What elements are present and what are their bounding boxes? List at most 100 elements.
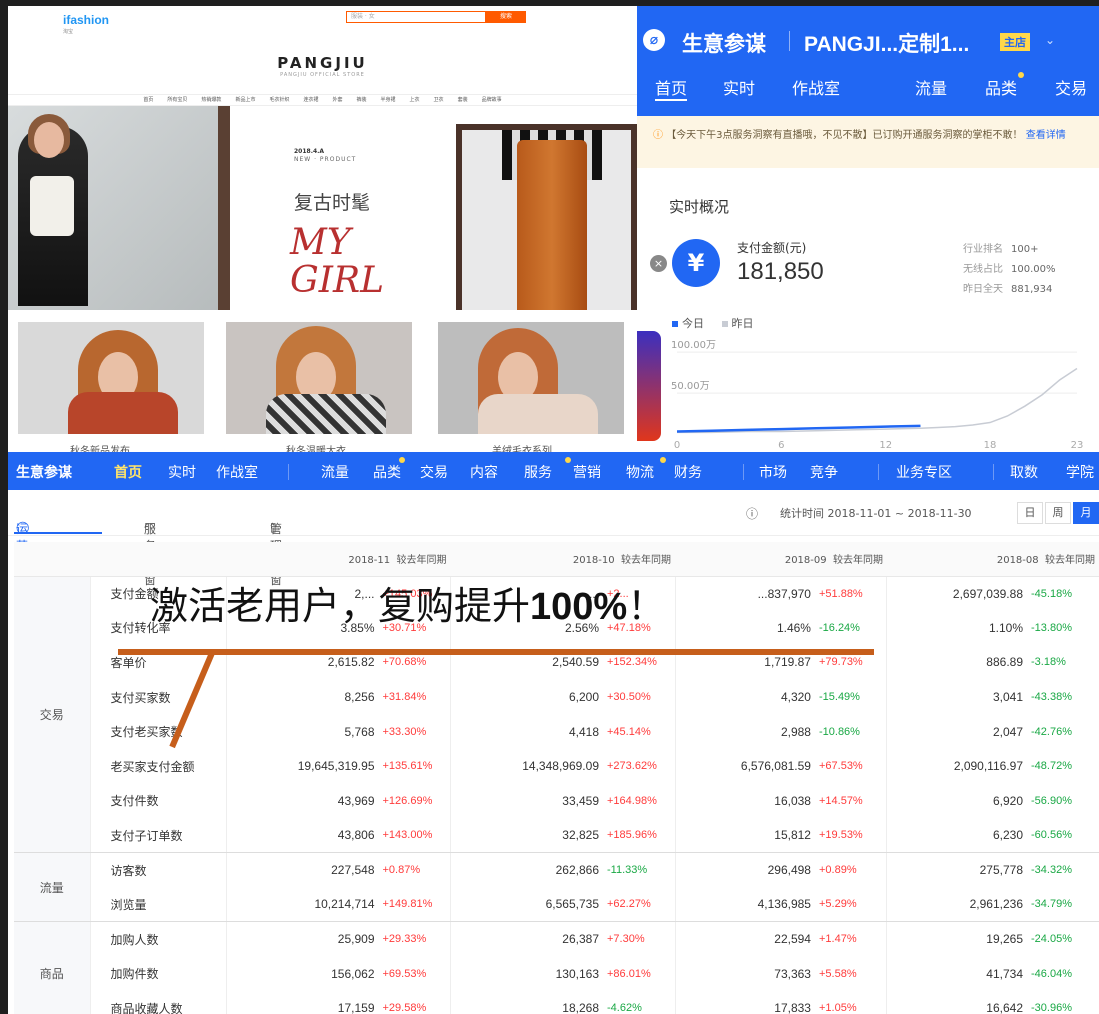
nav-service[interactable]: 服务 [524, 462, 552, 482]
x-tick-label: 23 [1071, 440, 1084, 451]
banner-photo-orange-pants[interactable] [456, 124, 637, 310]
nav-market[interactable]: 市场 [759, 462, 787, 482]
tab-home[interactable]: 首页 [655, 75, 688, 101]
tab-realtime[interactable]: 实时 [723, 75, 755, 99]
yoy-change: +30.50% [603, 679, 676, 715]
metric-value: 1.10% [988, 620, 1023, 635]
notice-link[interactable]: 查看详情 [1026, 130, 1066, 141]
new-dot-icon [565, 457, 571, 463]
nav-traffic[interactable]: 流量 [321, 462, 349, 482]
store-search-input[interactable]: 服装 · 女 [346, 11, 486, 23]
nav-fetch[interactable]: 取数 [1010, 462, 1038, 482]
yoy-change: +19.53% [814, 818, 888, 854]
category-cell: 商品 [14, 921, 91, 1014]
mobile-tabs: 首页 实时 作战室 流量 品类 交易 [637, 72, 1099, 116]
notice-text: 【今天下午3点服务洞察有直播哦，不见不散】已订购开通服务洞察的掌柜不敢！ [666, 130, 1023, 141]
store-nav-item[interactable]: 连衣裙 [303, 95, 318, 105]
store-nav-item[interactable]: 裤装 [357, 95, 367, 105]
store-nav-item[interactable]: 新品上市 [235, 95, 255, 105]
yoy-change: +14.57% [814, 783, 888, 819]
yoy-change: -13.80% [1031, 621, 1072, 634]
nav-realtime[interactable]: 实时 [168, 462, 196, 482]
yoy-change: +45.14% [603, 714, 676, 749]
metric-value: 2,090,116.97 [953, 759, 1023, 774]
nav-war-room[interactable]: 作战室 [216, 462, 258, 482]
store-nav-item[interactable]: 上衣 [410, 95, 420, 105]
x-tick-label: 0 [674, 440, 680, 451]
banner-new-product: NEW · PRODUCT [294, 156, 357, 163]
series-yesterday-line [677, 367, 1078, 434]
nav-logistics[interactable]: 物流 [626, 462, 654, 482]
nav-content[interactable]: 内容 [470, 462, 498, 482]
yoy-change: -60.56% [1027, 818, 1099, 854]
yoy-change: -46.04% [1031, 967, 1072, 980]
period-day[interactable]: 日 [1017, 502, 1043, 524]
metric-value: 2,961,236 [886, 887, 1027, 923]
nav-brand[interactable]: 生意参谋 [16, 462, 72, 482]
product-caption-1[interactable]: 秋冬新品发布 [70, 442, 130, 452]
nav-marketing[interactable]: 营销 [573, 462, 601, 482]
x-tick-label: 6 [778, 440, 784, 451]
store-nav-item[interactable]: 品牌故事 [482, 95, 502, 105]
store-nav-item[interactable]: 半身裙 [381, 95, 396, 105]
store-nav-item[interactable]: 所有宝贝 [167, 95, 187, 105]
chart-legend: 今日 昨日 [672, 315, 754, 331]
nav-business[interactable]: 业务专区 [896, 462, 952, 482]
banner-text-panel[interactable]: 2018.4.A NEW · PRODUCT 复古时髦 MY GIRL [230, 106, 456, 310]
metric-value: 156,062 [331, 966, 375, 981]
yoy-change: +0.89% [814, 852, 888, 888]
tab-trade[interactable]: 交易 [1055, 75, 1087, 99]
metric-value: 17,833 [675, 991, 815, 1014]
yoy-change: +67.53% [814, 748, 888, 784]
close-icon[interactable]: × [650, 255, 667, 272]
table-row: 浏览量 10,214,714 +149.81% 6,565,735 +62.27% 4,1… [14, 887, 1099, 923]
product-thumb-3[interactable] [438, 322, 624, 434]
store-search-button[interactable]: 搜索 [486, 11, 526, 23]
pay-amount-label: 支付金额(元) [737, 241, 807, 255]
store-nav-item[interactable]: 热销爆款 [201, 95, 221, 105]
yoy-change: -24.05% [1031, 933, 1072, 946]
store-nav-item[interactable]: 毛衣针织 [269, 95, 289, 105]
store-nav-item[interactable]: 卫衣 [434, 95, 444, 105]
yoy-change: -43.38% [1031, 691, 1072, 704]
nav-finance[interactable]: 财务 [674, 462, 702, 482]
product-caption-2[interactable]: 秋冬温暖大衣 [286, 442, 346, 452]
shop-name[interactable]: PANGJI...定制1... [804, 28, 969, 58]
table-row: 支付子订单数 43,806 +143.00% 32,825 +185.96% 15,812… [14, 818, 1099, 854]
period-week[interactable]: 周 [1045, 502, 1071, 524]
product-caption-3[interactable]: 羊绒毛衣系列 [492, 442, 552, 452]
tab-war-room[interactable]: 作战室 [792, 75, 840, 99]
metric-value: 41,734 [986, 966, 1023, 981]
desktop-dashboard: 生意参谋 首页 实时 作战室 流量 品类 交易 内容 服务 营销 物流 财务 市场 竞争 业务专区 取数 学院 … [8, 452, 1099, 1014]
period-month[interactable]: 月 [1073, 502, 1099, 524]
metric-value: 886.89 [986, 655, 1023, 670]
store-nav-item[interactable]: 首页 [143, 95, 153, 105]
nav-home[interactable]: 首页 [114, 462, 142, 482]
product-thumb-1[interactable] [18, 322, 204, 434]
app-title: 生意参谋 [682, 32, 766, 56]
nav-trade[interactable]: 交易 [420, 462, 448, 482]
compass-icon: ⌀ [643, 29, 665, 51]
nav-competition[interactable]: 竞争 [810, 462, 838, 482]
nav-academy[interactable]: 学院 [1066, 462, 1094, 482]
store-nav-item[interactable]: 套装 [458, 95, 468, 105]
store-nav-item[interactable]: 外套 [332, 95, 342, 105]
product-thumb-2[interactable] [226, 322, 412, 434]
tab-traffic[interactable]: 流量 [915, 75, 947, 99]
table-row: 商品收藏人数 17,159 +29.58% 18,268 -4.62% 17,833 +1.… [14, 991, 1099, 1014]
metric-name: 加购件数 [90, 956, 227, 992]
info-icon[interactable]: ⓘ [746, 505, 758, 522]
banner-photo-model-black-coat[interactable] [8, 106, 218, 310]
nav-category[interactable]: 品类 [373, 462, 401, 482]
notice-bar[interactable]: ⓘ 【今天下午3点服务洞察有直播哦，不见不散】已订购开通服务洞察的掌柜不敢！ 查… [637, 116, 1099, 168]
yoy-change: +164.98% [603, 783, 676, 819]
yoy-change: +185.96% [603, 818, 676, 854]
metric-value: 2,988 [780, 724, 811, 739]
metric-value: 22,594 [774, 932, 811, 947]
yoy-change: -42.76% [1031, 725, 1072, 738]
chevron-down-icon[interactable]: ⌄ [1045, 33, 1055, 47]
tab-category[interactable]: 品类 [985, 75, 1017, 99]
metric-value: 16,642 [886, 991, 1027, 1014]
yoy-change: -45.18% [1031, 587, 1072, 600]
ifashion-logo[interactable]: ifashion [63, 13, 109, 27]
